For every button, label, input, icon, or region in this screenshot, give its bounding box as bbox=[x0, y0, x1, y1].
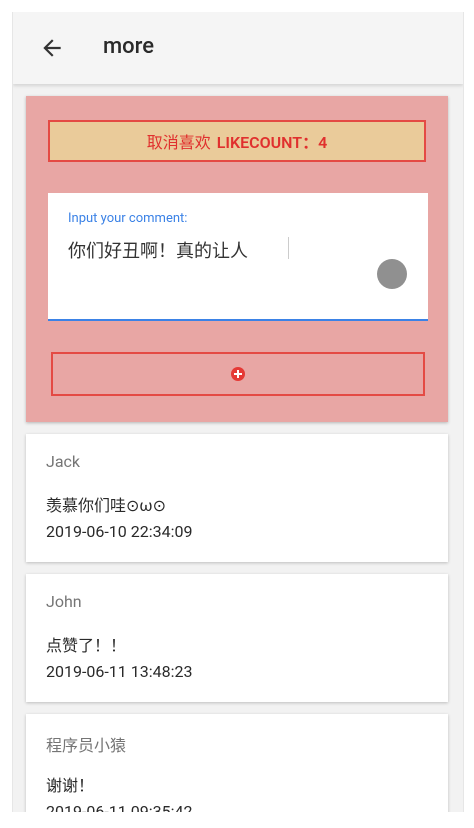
comment-time: 2019-06-11 13:48:23 bbox=[46, 662, 193, 681]
like-count: LIKECOUNT：4 bbox=[216, 133, 328, 152]
app-frame: more 取消喜欢 LIKECOUNT：4 Input your comment… bbox=[12, 12, 464, 812]
comment-author: Jack bbox=[46, 452, 81, 471]
unlike-label: 取消喜欢 bbox=[146, 133, 211, 152]
comment-text: 羡慕你们哇⊙ω⊙ bbox=[46, 496, 166, 515]
text-caret bbox=[288, 237, 289, 259]
app-bar: more bbox=[13, 12, 463, 84]
comment-time: 2019-06-10 22:34:09 bbox=[46, 522, 193, 541]
touch-indicator bbox=[377, 259, 407, 289]
add-comment-button[interactable] bbox=[51, 352, 425, 396]
comment-input-label: Input your comment: bbox=[68, 211, 188, 226]
comment-text: 点赞了！！ bbox=[46, 636, 127, 655]
comment-author: John bbox=[46, 592, 82, 611]
back-button[interactable] bbox=[39, 35, 65, 61]
comment-input[interactable]: Input your comment: 你们好丑啊！真的让人 bbox=[48, 193, 428, 321]
comment-item: John 点赞了！！ 2019-06-11 13:48:23 bbox=[26, 574, 448, 702]
comment-text: 谢谢！ bbox=[46, 776, 95, 795]
comment-time: 2019-06-11 09:35:42 bbox=[46, 802, 193, 812]
comment-item: Jack 羡慕你们哇⊙ω⊙ 2019-06-10 22:34:09 bbox=[26, 434, 448, 562]
comment-author: 程序员小猿 bbox=[46, 736, 127, 755]
add-circle-icon bbox=[231, 367, 245, 381]
unlike-button[interactable]: 取消喜欢 LIKECOUNT：4 bbox=[48, 120, 426, 162]
comment-item: 程序员小猿 谢谢！ 2019-06-11 09:35:42 bbox=[26, 714, 448, 812]
page-title: more bbox=[103, 34, 155, 59]
arrow-left-icon bbox=[43, 39, 61, 57]
post-actions-card: 取消喜欢 LIKECOUNT：4 Input your comment: 你们好… bbox=[26, 96, 448, 422]
comment-input-value[interactable]: 你们好丑啊！真的让人 bbox=[68, 237, 248, 263]
